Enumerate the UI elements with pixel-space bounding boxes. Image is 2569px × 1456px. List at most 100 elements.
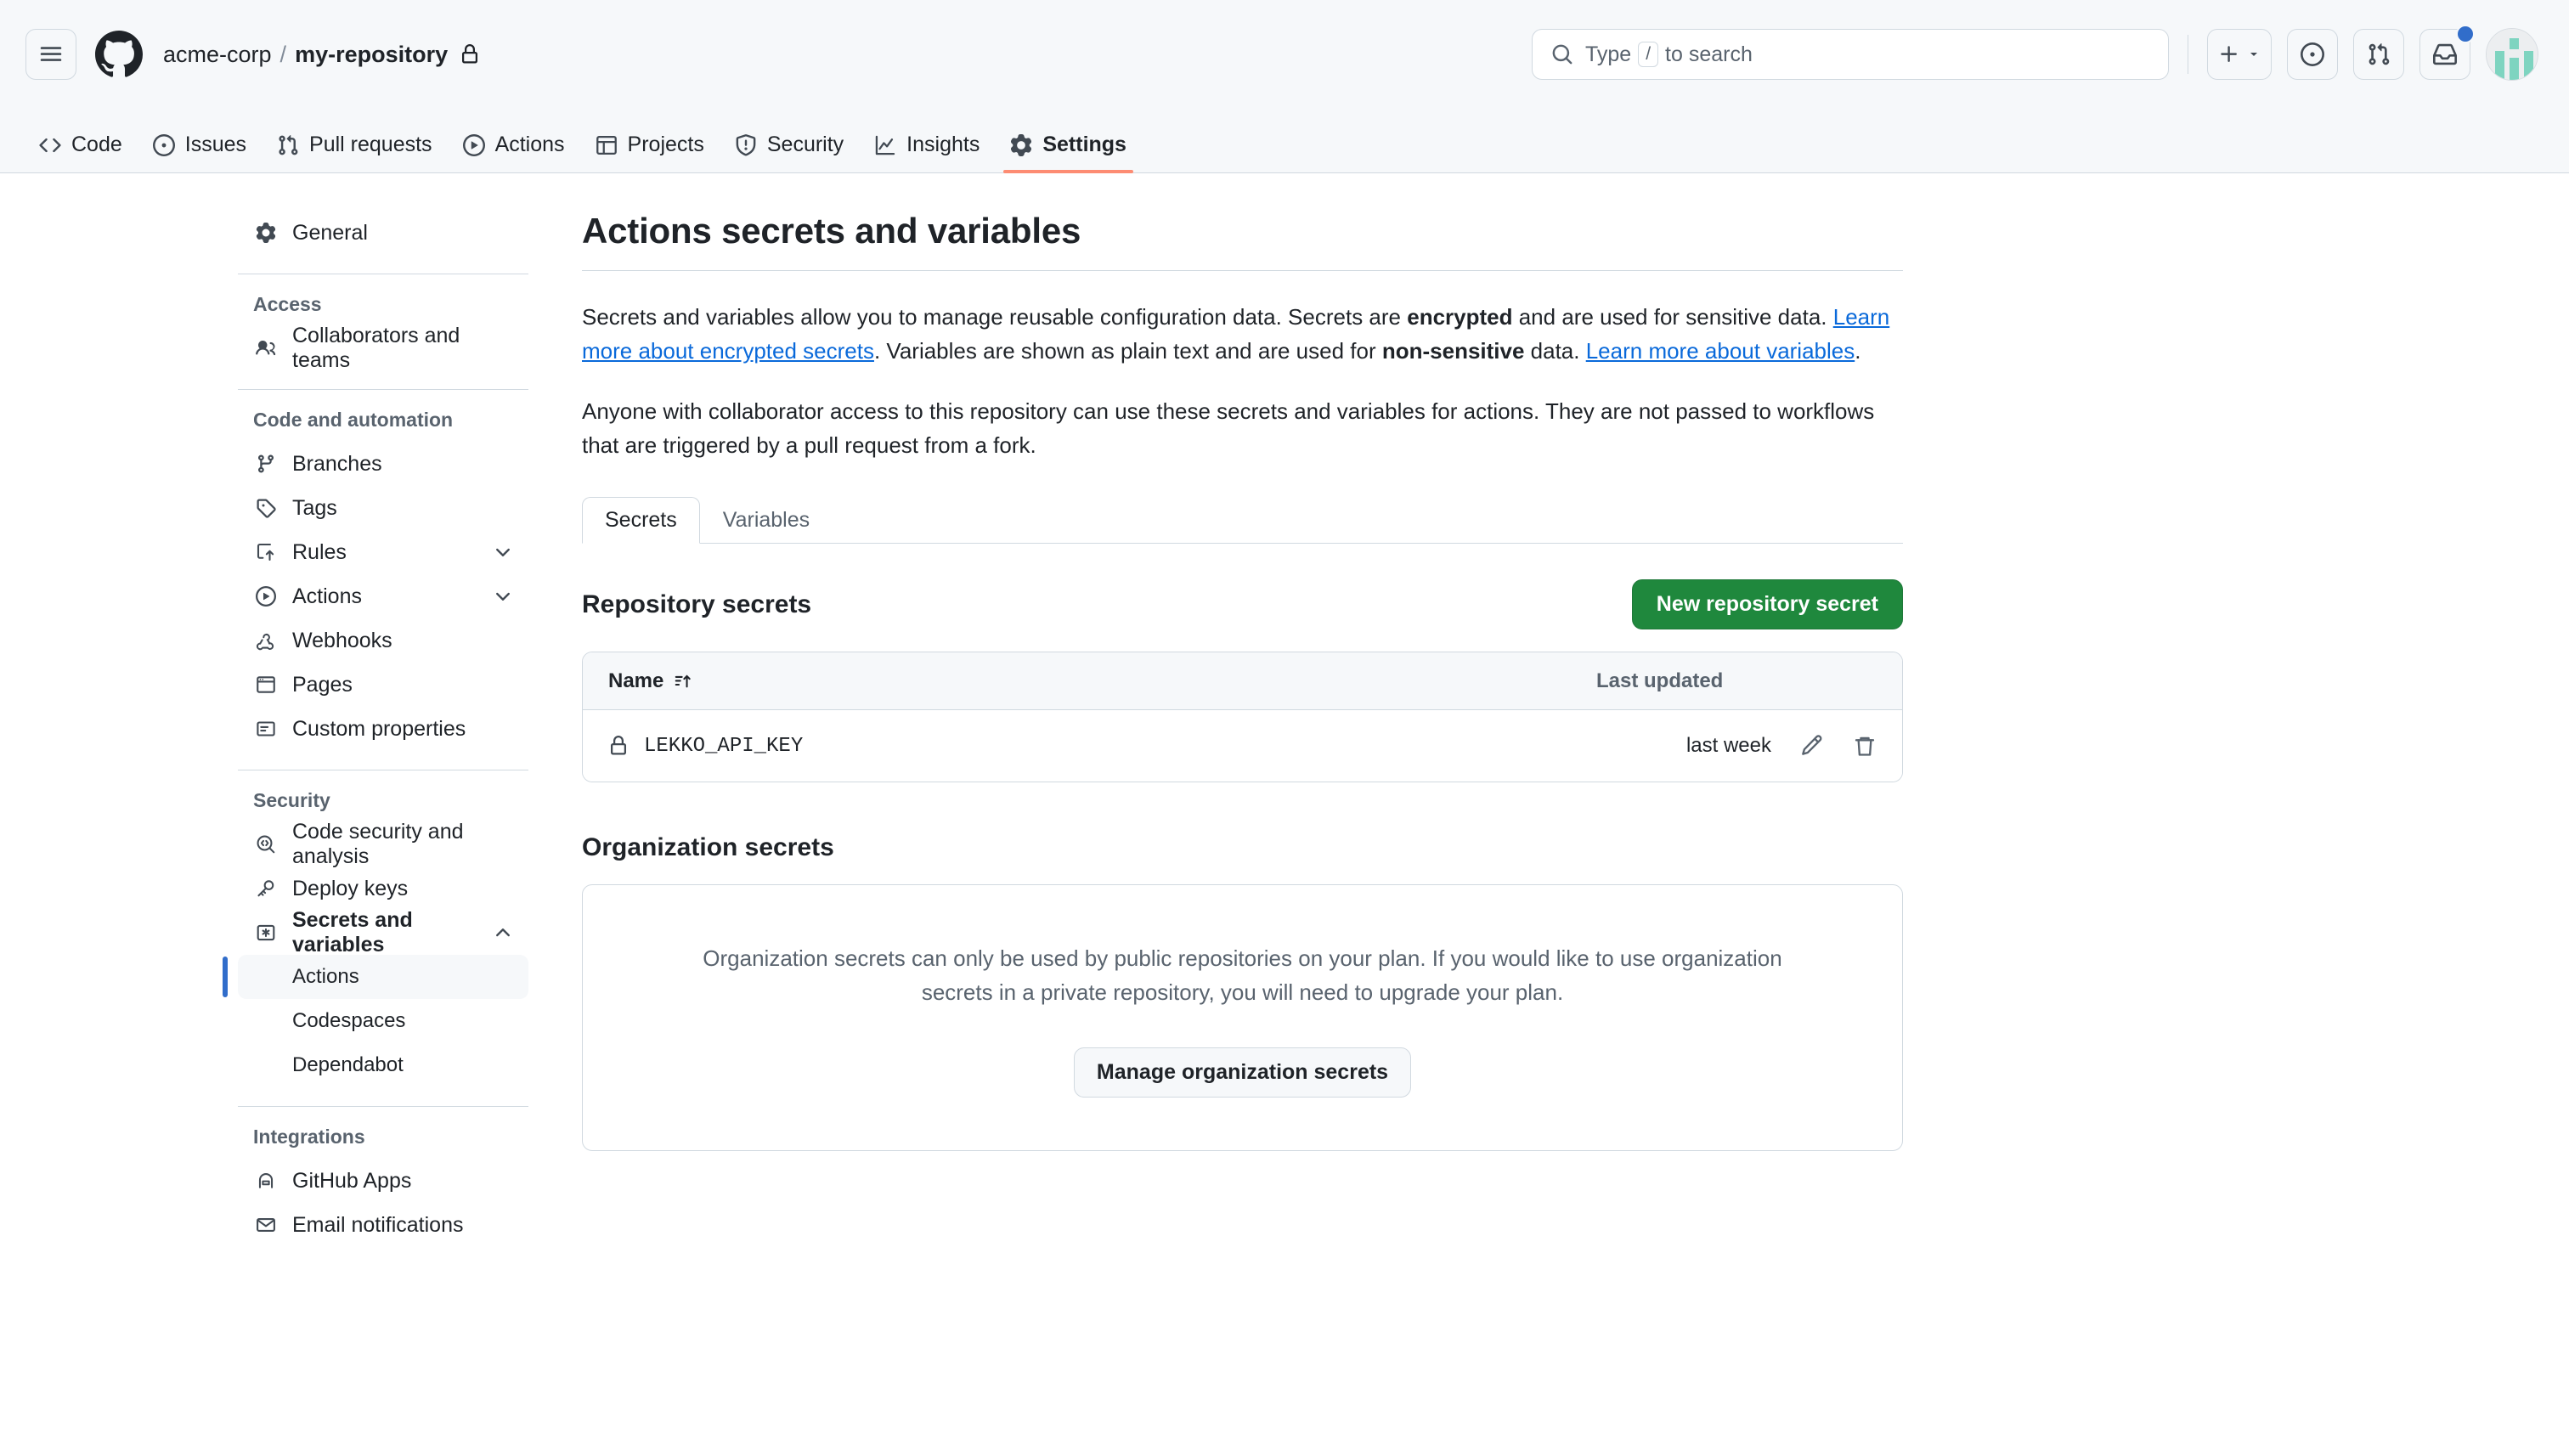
intro-paragraph-1: Secrets and variables allow you to manag…	[582, 300, 1890, 369]
sidebar-item-webhooks[interactable]: Webhooks	[238, 618, 528, 663]
table-header-row: Name Last updated	[583, 652, 1902, 711]
notifications-button[interactable]	[2419, 25, 2475, 80]
sidebar-item-tags[interactable]: Tags	[238, 486, 528, 530]
repository-nav: Code Issues Pull requests Actions Projec…	[0, 109, 2569, 173]
global-header: acme-corp / my-repository Type / to sear…	[0, 0, 2569, 109]
sidebar-subitem-actions-label: Actions	[292, 965, 359, 988]
chevron-down-icon[interactable]	[493, 586, 513, 607]
sidebar-item-code-security-and-analysis[interactable]: Code security and analysis	[238, 820, 528, 868]
sidebar-item-email-notifications[interactable]: Email notifications	[238, 1203, 528, 1247]
tab-security-label: Security	[766, 133, 844, 156]
breadcrumb-repo[interactable]: my-repository	[295, 42, 448, 68]
settings-content: Actions secrets and variables Secrets an…	[544, 211, 1954, 1247]
webhook-icon	[253, 630, 279, 651]
column-header-name-label: Name	[608, 669, 664, 692]
sidebar-item-rules[interactable]: Rules	[238, 530, 528, 574]
tab-security[interactable]: Security	[721, 133, 857, 172]
tab-projects-label: Projects	[627, 133, 704, 156]
sidebar-item-collaborators-and-teams[interactable]: Collaborators and teams	[238, 324, 528, 372]
intro-text-d: data.	[1524, 338, 1586, 364]
graph-icon	[874, 134, 896, 156]
create-new-button[interactable]	[2207, 29, 2272, 80]
intro-bold-encrypted: encrypted	[1407, 304, 1513, 330]
search-input[interactable]: Type / to search	[1532, 29, 2169, 80]
tab-insights[interactable]: Insights	[861, 133, 993, 172]
chevron-up-icon[interactable]	[493, 923, 513, 943]
column-header-last-updated: Last updated	[1596, 669, 1724, 692]
gear-icon	[1010, 133, 1032, 156]
git-pull-request-icon	[277, 134, 299, 156]
repository-secrets-title: Repository secrets	[582, 590, 812, 618]
tab-actions-label: Actions	[494, 133, 565, 156]
column-header-name[interactable]: Name	[608, 669, 692, 693]
sidebar-item-tags-label: Tags	[292, 495, 337, 520]
tab-actions[interactable]: Actions	[449, 133, 579, 172]
breadcrumb-owner[interactable]: acme-corp	[163, 42, 272, 68]
git-branch-icon	[253, 454, 279, 474]
sidebar-item-github-apps-label: GitHub Apps	[292, 1168, 412, 1193]
sidebar-item-deploy-keys[interactable]: Deploy keys	[238, 866, 528, 911]
intro-text-c: . Variables are shown as plain text and …	[873, 338, 1382, 364]
sidebar-item-branches[interactable]: Branches	[238, 442, 528, 486]
pencil-icon[interactable]	[1800, 734, 1824, 758]
lock-icon	[460, 44, 480, 65]
github-logo-icon[interactable]	[95, 31, 143, 78]
sidebar-subitem-dependabot[interactable]: Dependabot	[238, 1043, 528, 1087]
hamburger-icon	[39, 42, 63, 66]
intro-paragraph-2: Anyone with collaborator access to this …	[582, 398, 1875, 458]
global-nav-menu-button[interactable]	[25, 29, 76, 80]
lock-icon	[608, 736, 629, 756]
tab-variables[interactable]: Variables	[700, 497, 833, 544]
intro-text-e: .	[1855, 338, 1861, 364]
sidebar-item-webhooks-label: Webhooks	[292, 628, 392, 652]
organization-secrets-empty-state: Organization secrets can only be used by…	[582, 884, 1903, 1151]
secrets-variables-tabs: Secrets Variables	[582, 496, 1903, 545]
new-repository-secret-button[interactable]: New repository secret	[1631, 579, 1903, 630]
tab-pull-requests[interactable]: Pull requests	[263, 133, 446, 172]
tab-secrets[interactable]: Secrets	[582, 497, 700, 545]
sidebar-item-general-label: General	[292, 220, 368, 245]
sidebar-item-secrets-and-variables[interactable]: Secrets and variables	[238, 908, 528, 957]
header-actions: Type / to search	[1532, 25, 2538, 81]
sidebar-item-general[interactable]: General	[238, 211, 528, 255]
secret-last-updated: last week	[1685, 734, 1771, 758]
pull-requests-button[interactable]	[2353, 29, 2404, 80]
tab-code-label: Code	[71, 133, 122, 156]
asterisk-icon	[253, 923, 279, 943]
sidebar-item-custom-properties[interactable]: Custom properties	[238, 707, 528, 751]
issues-button[interactable]	[2287, 29, 2338, 80]
sidebar-section-code-and-automation: Code and automation	[253, 409, 454, 431]
table-row: LEKKO_API_KEY last week	[583, 710, 1902, 782]
tab-code[interactable]: Code	[25, 133, 136, 172]
manage-organization-secrets-button[interactable]: Manage organization secrets	[1073, 1047, 1412, 1098]
search-placeholder-post: to search	[1665, 42, 1753, 66]
note-icon	[253, 719, 279, 739]
sidebar-item-collaborators-label: Collaborators and teams	[292, 324, 460, 372]
sidebar-item-branches-label: Branches	[292, 451, 382, 476]
organization-secrets-title: Organization secrets	[582, 833, 834, 862]
organization-secrets-message: Organization secrets can only be used by…	[703, 945, 1782, 1006]
sidebar-item-github-apps[interactable]: GitHub Apps	[238, 1159, 528, 1203]
sidebar-item-secrets-and-variables-label: Secrets and variables	[292, 908, 413, 957]
chevron-down-icon[interactable]	[493, 542, 513, 562]
codescan-icon	[253, 834, 279, 855]
mail-icon	[253, 1215, 279, 1235]
notification-unread-indicator	[2456, 25, 2475, 43]
trash-icon[interactable]	[1853, 734, 1877, 758]
sidebar-subitem-actions[interactable]: Actions	[223, 955, 528, 999]
tab-pull-requests-label: Pull requests	[309, 133, 432, 156]
people-icon	[253, 338, 279, 358]
tab-projects[interactable]: Projects	[582, 133, 718, 172]
sidebar-divider	[238, 389, 528, 390]
apps-icon	[253, 1171, 279, 1191]
sidebar-item-pages[interactable]: Pages	[238, 663, 528, 707]
sidebar-subitem-codespaces[interactable]: Codespaces	[238, 999, 528, 1043]
intro-text-b: and are used for sensitive data.	[1512, 304, 1833, 330]
sidebar-item-actions[interactable]: Actions	[238, 574, 528, 618]
tab-issues[interactable]: Issues	[139, 133, 260, 172]
secret-name-cell: LEKKO_API_KEY	[608, 735, 803, 758]
page-title: Actions secrets and variables	[582, 211, 1903, 271]
avatar[interactable]	[2486, 28, 2538, 81]
tab-settings[interactable]: Settings	[997, 133, 1140, 173]
link-learn-more-variables[interactable]: Learn more about variables	[1586, 338, 1855, 364]
